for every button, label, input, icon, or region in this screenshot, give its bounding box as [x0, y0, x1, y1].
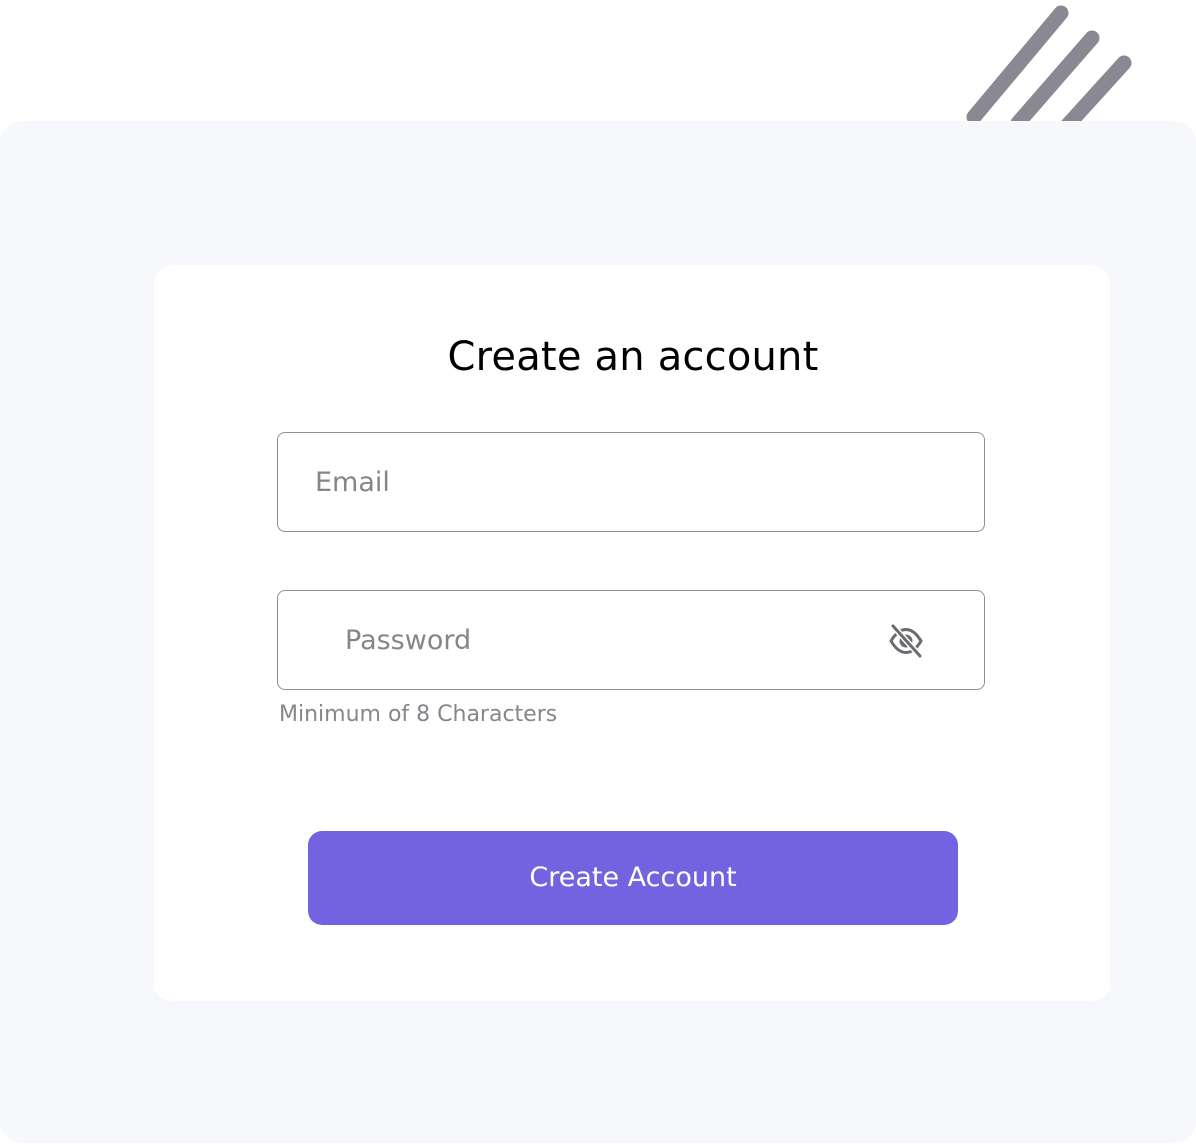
- eye-off-icon[interactable]: [888, 623, 924, 659]
- page-title: Create an account: [447, 334, 819, 380]
- create-account-button[interactable]: Create Account: [308, 831, 958, 925]
- password-input[interactable]: [343, 591, 883, 689]
- email-field[interactable]: [277, 432, 985, 532]
- password-hint: Minimum of 8 Characters: [279, 702, 558, 727]
- decorative-stripes: [966, 5, 1132, 130]
- email-input[interactable]: [313, 433, 953, 531]
- password-field[interactable]: [277, 590, 985, 690]
